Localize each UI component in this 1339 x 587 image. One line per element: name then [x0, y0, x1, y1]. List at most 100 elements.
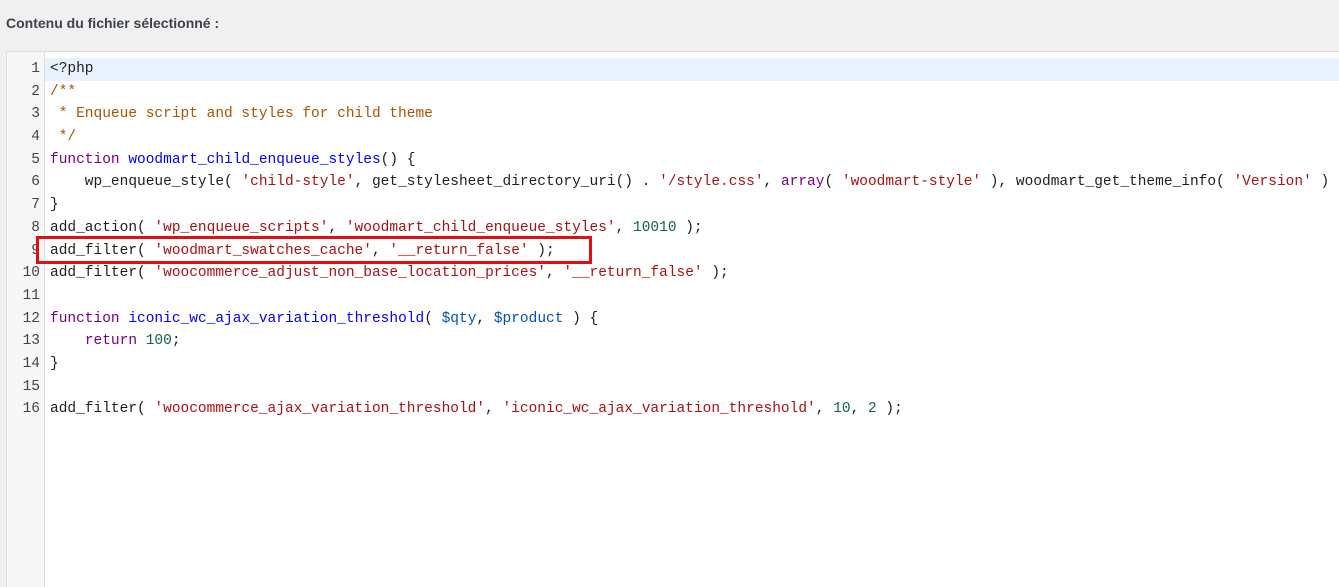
code-token: ) );	[1320, 174, 1339, 191]
code-line[interactable]: 16 add_filter( 'woocommerce_ajax_variatio…	[7, 398, 1339, 421]
code-token: function	[50, 151, 120, 168]
line-number: 6	[31, 174, 40, 191]
code-token: '__return_false'	[563, 265, 703, 282]
code-line[interactable]: 7}	[7, 194, 1339, 217]
code-token: */	[50, 129, 77, 146]
code-token: wp_enqueue_style(	[50, 174, 242, 191]
code-text[interactable]	[45, 285, 1339, 308]
line-number: 10	[22, 265, 40, 282]
code-token: 'wp_enqueue_scripts'	[154, 219, 329, 236]
code-token: 'iconic_wc_ajax_variation_threshold'	[502, 401, 816, 418]
code-text[interactable]: add_action( 'wp_enqueue_scripts', 'woodm…	[45, 217, 1339, 240]
code-token: 10010	[633, 219, 677, 236]
code-text[interactable]: /**	[45, 81, 1339, 104]
code-text[interactable]: function iconic_wc_ajax_variation_thresh…	[45, 308, 1339, 331]
code-token: ,	[850, 401, 868, 418]
code-line[interactable]: 12 function iconic_wc_ajax_variation_thre…	[7, 308, 1339, 331]
code-token: ,	[485, 401, 503, 418]
line-number: 7	[31, 197, 40, 214]
code-token: '__return_false'	[389, 242, 529, 259]
code-token: );	[702, 265, 729, 282]
code-token: function	[50, 310, 120, 327]
code-token: ,	[328, 219, 346, 236]
line-number: 2	[31, 83, 40, 100]
code-token: 'woodmart_child_enqueue_styles'	[345, 219, 616, 236]
code-text[interactable]: return 100;	[45, 330, 1339, 353]
code-token: 'Version'	[1233, 174, 1312, 191]
code-text[interactable]: wp_enqueue_style( 'child-style', get_sty…	[45, 171, 1339, 194]
code-token: <?php	[50, 61, 94, 77]
code-token: ,	[371, 242, 390, 259]
code-text[interactable]: add_filter( 'woodmart_swatches_cache', '…	[45, 240, 1339, 263]
line-number: 3	[31, 106, 40, 123]
code-token: , get_stylesheet_directory_uri() .	[354, 174, 660, 191]
code-token: 'woocommerce_ajax_variation_threshold'	[154, 401, 486, 418]
code-line[interactable]: 2 /**	[7, 81, 1339, 104]
code-token: * Enqueue script and styles for child th…	[50, 106, 433, 123]
code-token: );	[676, 219, 703, 236]
code-token: 'woodmart_swatches_cache'	[154, 242, 372, 259]
code-editor[interactable]: 1 <?php 2 /** 3 * Enqueue script and styles …	[6, 51, 1339, 587]
code-line[interactable]: 13 return 100;	[7, 330, 1339, 353]
code-token: iconic_wc_ajax_variation_threshold	[128, 310, 425, 327]
line-number: 9	[31, 242, 40, 259]
line-number: 4	[31, 129, 40, 146]
code-token: add_filter(	[50, 265, 155, 282]
code-text[interactable]: add_filter( 'woocommerce_ajax_variation_…	[45, 398, 1339, 421]
code-token: );	[876, 401, 903, 418]
line-number: 15	[22, 378, 40, 395]
code-token: 'woocommerce_adjust_non_base_location_pr…	[154, 265, 546, 282]
code-token: ,	[815, 401, 834, 418]
line-number: 14	[22, 355, 40, 372]
code-text[interactable]: add_filter( 'woocommerce_adjust_non_base…	[45, 262, 1339, 285]
code-lines[interactable]: 1 <?php 2 /** 3 * Enqueue script and styles …	[7, 58, 1339, 421]
code-text[interactable]: function woodmart_child_enqueue_styles()…	[45, 149, 1339, 172]
code-text[interactable]: }	[45, 194, 1339, 217]
code-token: 10	[833, 401, 851, 418]
code-token: ,	[546, 265, 564, 282]
code-token: array	[780, 174, 825, 191]
code-text[interactable]: */	[45, 126, 1339, 149]
code-token: return	[84, 333, 138, 350]
code-token: ,	[476, 310, 494, 327]
code-token: () {	[380, 151, 416, 168]
code-line[interactable]: 3 * Enqueue script and styles for child …	[7, 103, 1339, 126]
line-number: 16	[22, 401, 40, 418]
code-token: $product	[493, 310, 564, 327]
code-line[interactable]: 5 function woodmart_child_enqueue_styles(…	[7, 149, 1339, 172]
code-token: );	[528, 242, 555, 259]
code-text[interactable]: }	[45, 353, 1339, 376]
code-text[interactable]: <?php	[45, 58, 1339, 81]
code-text[interactable]: * Enqueue script and styles for child th…	[45, 103, 1339, 126]
code-line[interactable]: 14}	[7, 353, 1339, 376]
code-token: 2	[867, 401, 877, 418]
code-token: add_filter(	[50, 242, 155, 259]
line-number: 8	[31, 219, 40, 236]
code-line[interactable]: 10 add_filter( 'woocommerce_adjust_non_ba…	[7, 262, 1339, 285]
code-token: '/style.css'	[659, 174, 764, 191]
code-token: add_action(	[50, 219, 155, 236]
line-number: 12	[22, 310, 40, 327]
code-line[interactable]: 1 <?php	[7, 58, 1339, 81]
code-token: (	[424, 310, 442, 327]
line-number: 13	[22, 333, 40, 350]
code-text[interactable]	[45, 376, 1339, 399]
section-heading: Contenu du fichier sélectionné :	[6, 15, 220, 31]
code-token: }	[50, 355, 59, 372]
code-token: add_filter(	[50, 401, 155, 418]
code-line[interactable]: 9 add_filter( 'woodmart_swatches_cache', …	[7, 240, 1339, 263]
line-number: 11	[22, 287, 40, 304]
code-line[interactable]: 11	[7, 285, 1339, 308]
code-token: /**	[50, 83, 77, 100]
code-line[interactable]: 4 */	[7, 126, 1339, 149]
code-line[interactable]: 8 add_action( 'wp_enqueue_scripts', 'wood…	[7, 217, 1339, 240]
code-line[interactable]: 6 wp_enqueue_style( 'child-style', get_s…	[7, 171, 1339, 194]
line-number: 5	[31, 151, 40, 168]
code-line[interactable]: 15	[7, 376, 1339, 399]
code-token: 'woodmart-style'	[841, 174, 982, 191]
code-token: 'child-style'	[241, 174, 355, 191]
code-token: woodmart_child_enqueue_styles	[128, 151, 381, 168]
code-token: ,	[763, 174, 781, 191]
